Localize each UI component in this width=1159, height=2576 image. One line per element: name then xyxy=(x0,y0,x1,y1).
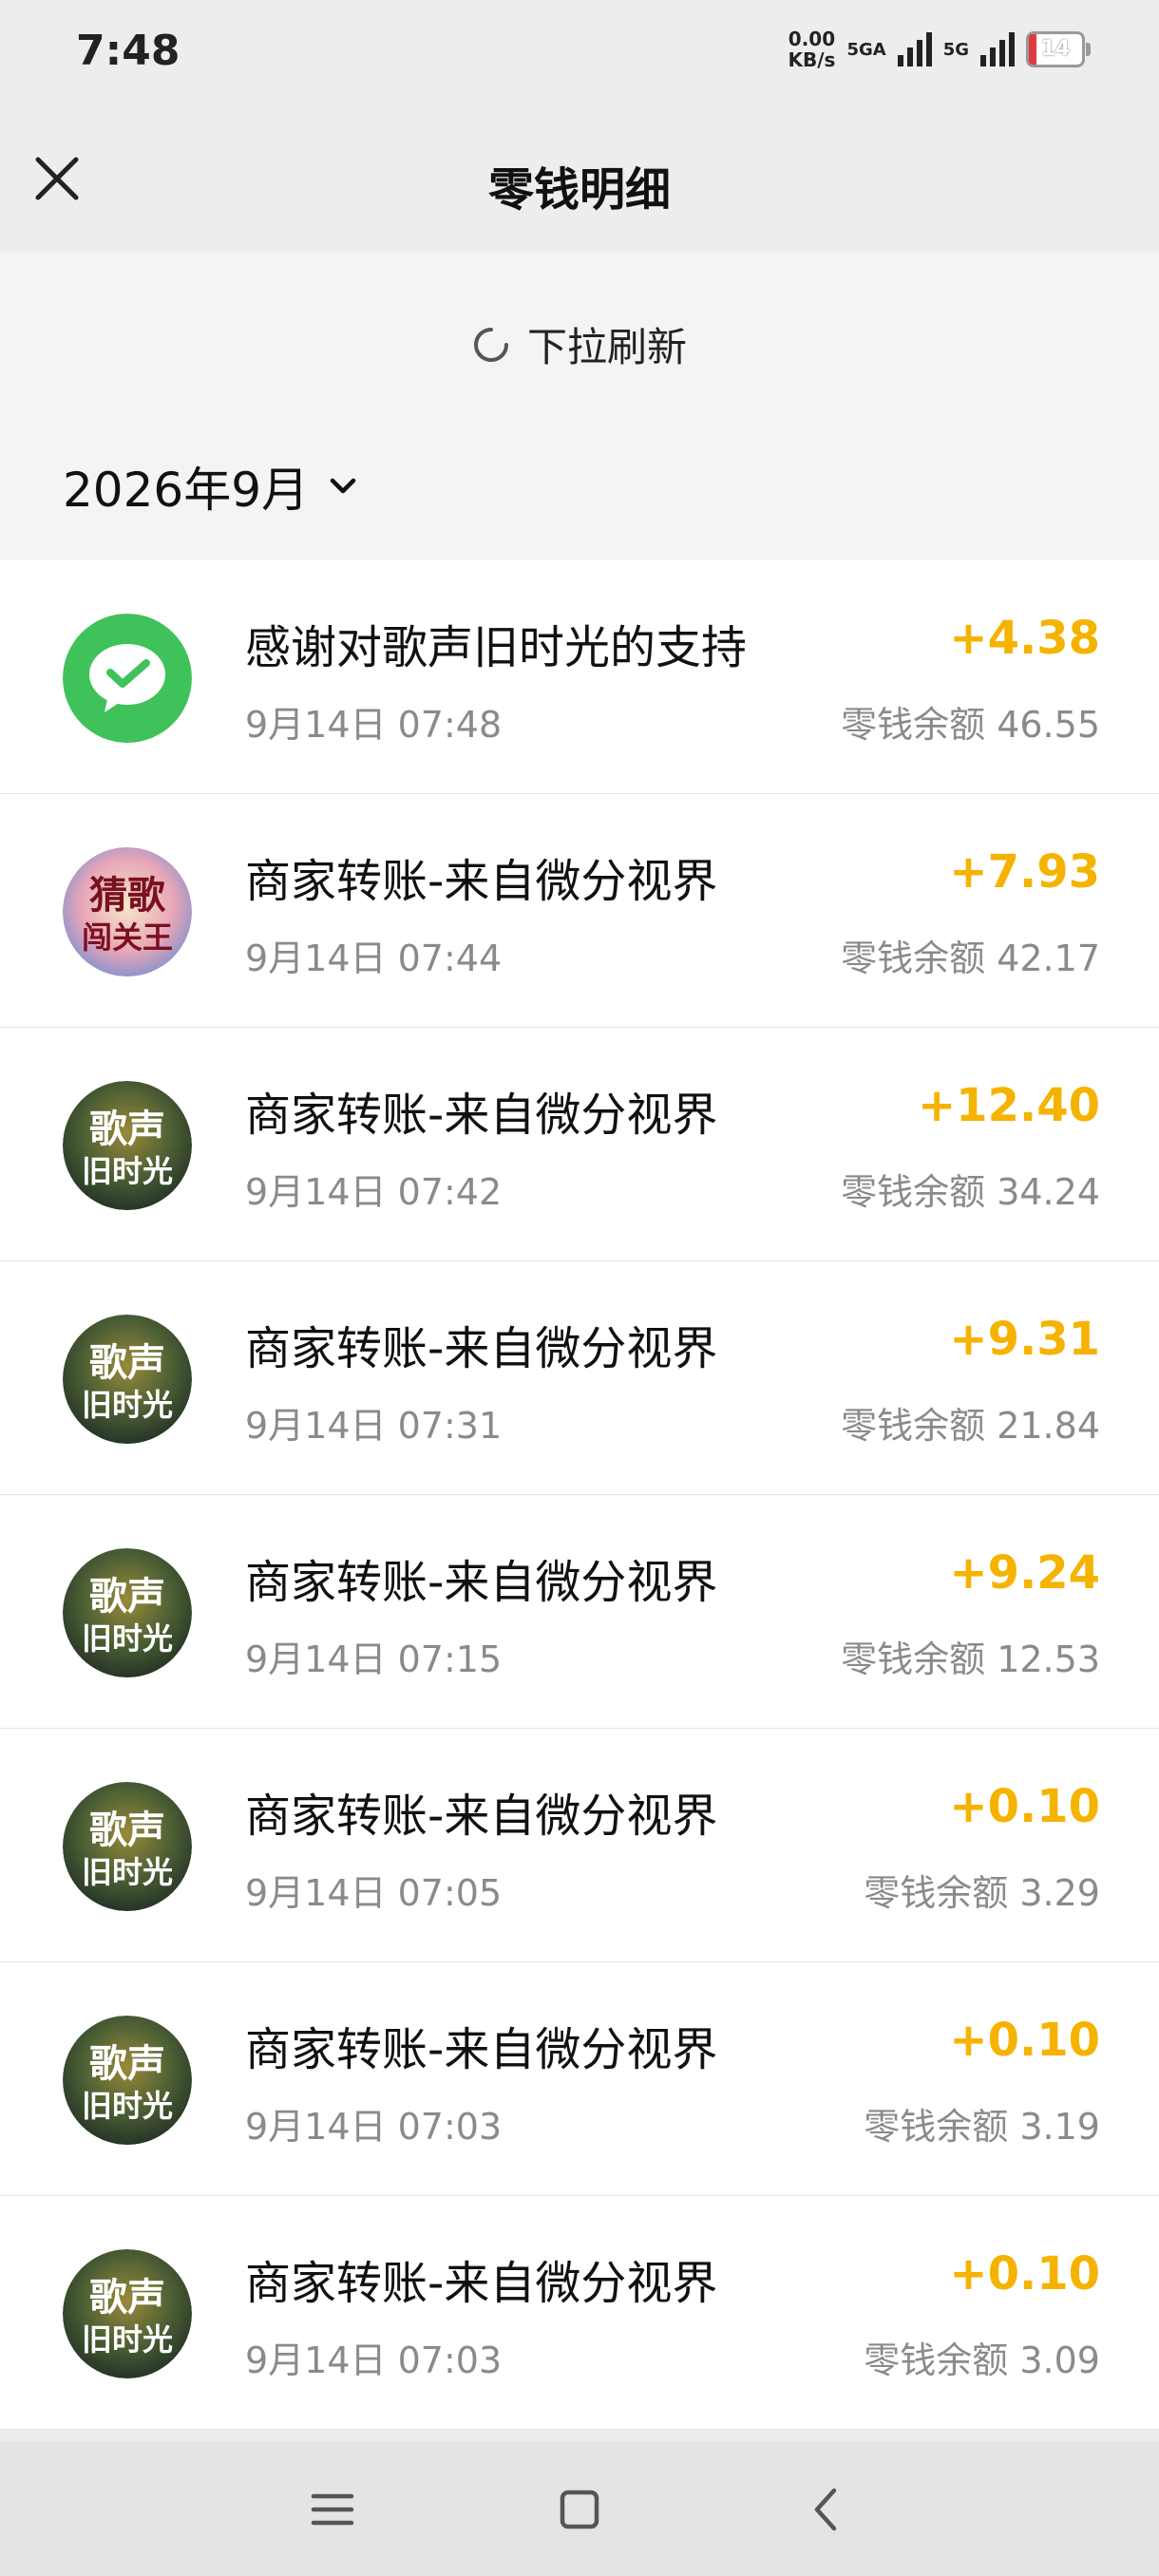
transaction-balance: 零钱余额 12.53 xyxy=(841,1638,1100,1680)
transaction-title: 商家转账-来自微分视界 xyxy=(245,1089,718,1142)
song-avatar: 歌声 旧时光 xyxy=(63,1081,192,1210)
svg-text:歌声: 歌声 xyxy=(89,2042,165,2086)
transaction-title: 商家转账-来自微分视界 xyxy=(245,2023,718,2076)
menu-button[interactable] xyxy=(304,2481,361,2538)
svg-text:旧时光: 旧时光 xyxy=(82,1620,173,1657)
transaction-row[interactable]: 歌声 旧时光 商家转账-来自微分视界 9月14日 07:03 +0.10 零钱余… xyxy=(0,1962,1159,2196)
svg-text:歌声: 歌声 xyxy=(89,1341,165,1385)
nav-bar: 零钱明细 xyxy=(0,112,1159,253)
transaction-balance: 零钱余额 42.17 xyxy=(841,938,1100,979)
svg-text:旧时光: 旧时光 xyxy=(82,1387,173,1423)
transaction-amount: +4.38 xyxy=(949,612,1100,665)
transaction-row[interactable]: 歌声 旧时光 商家转账-来自微分视界 9月14日 07:31 +9.31 零钱余… xyxy=(0,1261,1159,1495)
svg-text:闯关王: 闯关王 xyxy=(82,919,173,956)
svg-text:旧时光: 旧时光 xyxy=(82,1854,173,1890)
month-selector[interactable]: 2026年9月 xyxy=(63,452,360,521)
transaction-amount: +0.10 xyxy=(949,2014,1100,2067)
transaction-balance: 零钱余额 3.09 xyxy=(864,2339,1100,2381)
transaction-title: 商家转账-来自微分视界 xyxy=(245,1322,718,1375)
transaction-title: 商家转账-来自微分视界 xyxy=(245,1790,718,1843)
svg-text:旧时光: 旧时光 xyxy=(82,1153,173,1189)
page-title: 零钱明细 xyxy=(487,163,671,217)
svg-text:歌声: 歌声 xyxy=(89,1575,165,1619)
signal-icon xyxy=(980,32,1015,66)
svg-text:猜歌: 猜歌 xyxy=(89,874,166,918)
transaction-time: 9月14日 07:05 xyxy=(245,1872,503,1914)
svg-text:歌声: 歌声 xyxy=(89,1108,165,1151)
battery-level: 14 xyxy=(1040,37,1071,61)
transaction-amount: +12.40 xyxy=(917,1079,1100,1132)
song-avatar: 歌声 旧时光 xyxy=(63,2249,192,2378)
sim1-label: 5GA xyxy=(846,39,886,60)
transaction-row[interactable]: 歌声 旧时光 商家转账-来自微分视界 9月14日 07:03 +0.10 零钱余… xyxy=(0,2196,1159,2430)
transaction-row[interactable]: 歌声 旧时光 商家转账-来自微分视界 9月14日 07:42 +12.40 零钱… xyxy=(0,1028,1159,1261)
transaction-balance: 零钱余额 46.55 xyxy=(841,704,1100,746)
svg-text:旧时光: 旧时光 xyxy=(82,2321,173,2358)
pull-to-refresh: 下拉刷新 xyxy=(0,315,1159,373)
transaction-title: 商家转账-来自微分视界 xyxy=(245,2257,718,2310)
back-icon xyxy=(814,2488,837,2531)
svg-text:歌声: 歌声 xyxy=(89,1809,165,1852)
wechat-pay-logo xyxy=(63,614,192,743)
back-button[interactable] xyxy=(798,2481,855,2538)
transaction-list: 感谢对歌声旧时光的支持 9月14日 07:48 +4.38 零钱余额 46.55… xyxy=(0,560,1159,2430)
transaction-amount: +0.10 xyxy=(949,2247,1100,2301)
song-avatar: 歌声 旧时光 xyxy=(63,1782,192,1911)
svg-text:歌声: 歌声 xyxy=(89,2276,165,2320)
guess-song-avatar: 猜歌 闯关王 xyxy=(63,847,192,976)
status-bar: 7:48 0.00 KB/s 5GA 5G 14 xyxy=(0,0,1159,112)
transaction-amount: +0.10 xyxy=(949,1780,1100,1833)
transaction-balance: 零钱余额 3.19 xyxy=(864,2106,1100,2148)
status-indicators: 0.00 KB/s 5GA 5G 14 xyxy=(788,28,1091,71)
transaction-row[interactable]: 猜歌 闯关王 商家转账-来自微分视界 9月14日 07:44 +7.93 零钱余… xyxy=(0,794,1159,1028)
transaction-row[interactable]: 感谢对歌声旧时光的支持 9月14日 07:48 +4.38 零钱余额 46.55 xyxy=(0,560,1159,794)
chevron-down-icon xyxy=(330,478,356,494)
status-time: 7:48 xyxy=(76,27,180,75)
home-icon xyxy=(560,2490,599,2529)
transaction-title: 商家转账-来自微分视界 xyxy=(245,1556,718,1609)
refresh-area: 下拉刷新 2026年9月 xyxy=(0,253,1159,560)
transaction-time: 9月14日 07:31 xyxy=(245,1405,503,1447)
home-button[interactable] xyxy=(551,2481,608,2538)
transaction-amount: +9.31 xyxy=(949,1313,1100,1366)
transaction-time: 9月14日 07:15 xyxy=(245,1638,503,1680)
transaction-title: 商家转账-来自微分视界 xyxy=(245,855,718,908)
song-avatar: 歌声 旧时光 xyxy=(63,1315,192,1444)
song-avatar: 歌声 旧时光 xyxy=(63,2016,192,2145)
transaction-time: 9月14日 07:48 xyxy=(245,704,503,746)
transaction-time: 9月14日 07:42 xyxy=(245,1171,503,1213)
signal-icon xyxy=(897,32,932,66)
transaction-title: 感谢对歌声旧时光的支持 xyxy=(245,621,748,674)
battery-icon: 14 xyxy=(1026,31,1091,67)
loading-spinner-icon xyxy=(474,327,508,362)
month-label: 2026年9月 xyxy=(63,463,310,518)
transaction-row[interactable]: 歌声 旧时光 商家转账-来自微分视界 9月14日 07:05 +0.10 零钱余… xyxy=(0,1729,1159,1962)
transaction-time: 9月14日 07:44 xyxy=(245,938,503,979)
sim2-label: 5G xyxy=(942,39,969,60)
refresh-text: 下拉刷新 xyxy=(526,324,687,370)
transaction-balance: 零钱余额 34.24 xyxy=(841,1171,1100,1213)
transaction-balance: 零钱余额 3.29 xyxy=(864,1872,1100,1914)
transaction-amount: +9.24 xyxy=(949,1546,1100,1600)
transaction-time: 9月14日 07:03 xyxy=(245,2339,503,2381)
transaction-time: 9月14日 07:03 xyxy=(245,2106,503,2148)
song-avatar: 歌声 旧时光 xyxy=(63,1548,192,1677)
transaction-balance: 零钱余额 21.84 xyxy=(841,1405,1100,1447)
network-speed: 0.00 KB/s xyxy=(788,28,836,71)
svg-text:旧时光: 旧时光 xyxy=(82,2088,173,2124)
system-nav-bar xyxy=(0,2441,1159,2576)
menu-icon xyxy=(311,2493,354,2526)
transaction-row[interactable]: 歌声 旧时光 商家转账-来自微分视界 9月14日 07:15 +9.24 零钱余… xyxy=(0,1495,1159,1729)
transaction-amount: +7.93 xyxy=(949,845,1100,899)
